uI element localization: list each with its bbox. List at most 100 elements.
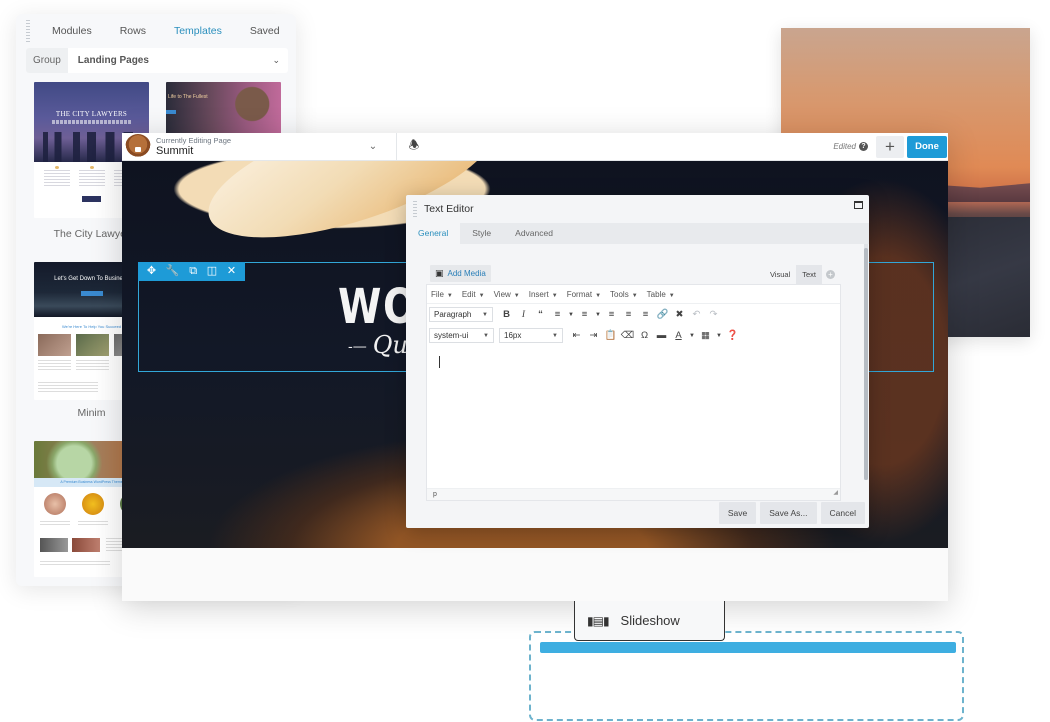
element-path[interactable]: p bbox=[433, 491, 437, 498]
blockquote-icon[interactable]: “ bbox=[532, 309, 549, 320]
page-name: Summit bbox=[156, 144, 194, 157]
group-value: Landing Pages bbox=[77, 55, 149, 66]
template-text-lines bbox=[78, 521, 108, 527]
indent-icon[interactable]: ⇥ bbox=[585, 330, 602, 341]
chevron-down-icon: ⌄ bbox=[272, 55, 280, 65]
maximize-icon[interactable] bbox=[854, 201, 863, 209]
beaver-logo-icon[interactable] bbox=[125, 133, 151, 160]
menu-edit[interactable]: Edit ▼ bbox=[462, 290, 485, 299]
template-text-lines bbox=[38, 382, 98, 392]
dragged-module-slideshow[interactable]: ▮▤▮ Slideshow bbox=[574, 601, 725, 641]
numbered-list-icon[interactable]: ≡ bbox=[576, 309, 593, 320]
font-size-select[interactable]: 16px ▼ bbox=[499, 328, 563, 343]
menu-format[interactable]: Format ▼ bbox=[567, 290, 601, 299]
add-icon[interactable]: + bbox=[826, 270, 835, 279]
help-icon[interactable]: ❓ bbox=[724, 330, 741, 341]
tab-saved[interactable]: Saved bbox=[236, 25, 294, 37]
rich-text-editor: File ▼ Edit ▼ View ▼ Insert ▼ Format ▼ Tools ▼… bbox=[426, 284, 841, 501]
page-selector[interactable]: Currently Editing Page Summit bbox=[156, 136, 346, 158]
duplicate-icon[interactable]: ⧉ bbox=[189, 266, 197, 277]
template-photo bbox=[38, 334, 71, 356]
help-icon[interactable]: ? bbox=[859, 142, 868, 151]
table-icon[interactable]: ▦ bbox=[697, 330, 714, 341]
block-format-select[interactable]: Paragraph ▼ bbox=[429, 307, 493, 322]
panel-drag-handle[interactable] bbox=[26, 20, 30, 42]
menu-tools[interactable]: Tools ▼ bbox=[610, 290, 638, 299]
group-label: Group bbox=[26, 48, 68, 73]
save-button[interactable]: Save bbox=[718, 502, 757, 524]
redo-icon[interactable]: ↷ bbox=[705, 309, 722, 320]
text-cursor bbox=[439, 356, 440, 368]
editor-menubar: File ▼ Edit ▼ View ▼ Insert ▼ Format ▼ Tools ▼… bbox=[427, 285, 840, 304]
template-circle-photo bbox=[82, 493, 104, 515]
chevron-down-icon[interactable]: ▼ bbox=[714, 333, 724, 339]
bell-icon[interactable]: 🕭 bbox=[397, 136, 431, 157]
align-left-icon[interactable]: ≡ bbox=[603, 309, 620, 320]
close-icon[interactable]: ✕ bbox=[227, 266, 236, 277]
special-char-icon[interactable]: Ω bbox=[636, 330, 653, 341]
group-select[interactable]: Group Landing Pages ⌄ bbox=[26, 48, 288, 73]
columns-icon[interactable]: ◫ bbox=[207, 266, 217, 277]
resize-handle-icon[interactable]: ◢ bbox=[833, 488, 838, 499]
add-media-label: Add Media bbox=[447, 269, 486, 278]
bold-icon[interactable]: B bbox=[498, 309, 515, 320]
menu-insert[interactable]: Insert ▼ bbox=[529, 290, 558, 299]
dialog-title: Text Editor bbox=[424, 203, 474, 215]
tab-visual[interactable]: Visual bbox=[763, 265, 797, 284]
paste-text-icon[interactable]: 📋 bbox=[602, 330, 619, 341]
template-circle-photo bbox=[44, 493, 66, 515]
text-color-icon[interactable]: A bbox=[670, 330, 687, 341]
tab-general[interactable]: General bbox=[406, 223, 461, 244]
menu-view[interactable]: View ▼ bbox=[494, 290, 520, 299]
builder-topbar: Currently Editing Page Summit ⌄ 🕭 Edited… bbox=[122, 132, 948, 161]
template-text-lines bbox=[40, 521, 70, 527]
wrench-icon[interactable]: 🔧 bbox=[166, 266, 180, 277]
status-text: Edited bbox=[833, 142, 856, 151]
template-photo bbox=[72, 538, 100, 552]
add-media-button[interactable]: ▣ Add Media bbox=[430, 265, 491, 282]
chevron-down-icon[interactable]: ⌄ bbox=[358, 141, 388, 152]
outdent-icon[interactable]: ⇤ bbox=[568, 330, 585, 341]
move-icon[interactable]: ✥ bbox=[147, 266, 156, 277]
menu-file[interactable]: File ▼ bbox=[431, 290, 453, 299]
chevron-down-icon[interactable]: ▼ bbox=[566, 312, 576, 318]
align-right-icon[interactable]: ≡ bbox=[637, 309, 654, 320]
horizontal-rule-icon[interactable]: ▬ bbox=[653, 330, 670, 341]
template-thumb-life-fullest[interactable]: Life to The Fullest bbox=[166, 82, 281, 137]
tab-templates[interactable]: Templates bbox=[160, 25, 236, 37]
editor-statusbar: p ◢ bbox=[427, 488, 840, 500]
page-canvas-lower-section bbox=[122, 548, 948, 601]
italic-icon[interactable]: I bbox=[515, 310, 532, 320]
clear-format-icon[interactable]: ⌫ bbox=[619, 330, 636, 341]
done-button[interactable]: Done bbox=[907, 135, 947, 158]
bullet-list-icon[interactable]: ≡ bbox=[549, 309, 566, 320]
editor-content-area[interactable] bbox=[427, 347, 840, 487]
library-tabs: Modules Rows Templates Saved bbox=[16, 14, 296, 48]
dialog-scrollbar[interactable] bbox=[864, 244, 868, 480]
dialog-drag-handle[interactable] bbox=[413, 201, 417, 219]
menu-table[interactable]: Table ▼ bbox=[647, 290, 675, 299]
template-photo bbox=[40, 538, 68, 552]
cancel-button[interactable]: Cancel bbox=[820, 502, 865, 524]
tab-advanced[interactable]: Advanced bbox=[503, 223, 565, 244]
tab-rows[interactable]: Rows bbox=[106, 25, 160, 37]
drop-zone[interactable] bbox=[529, 631, 964, 721]
chevron-down-icon[interactable]: ▼ bbox=[593, 312, 603, 318]
link-icon[interactable]: 🔗 bbox=[654, 309, 671, 320]
tab-style[interactable]: Style bbox=[460, 223, 503, 244]
dialog-actions: Save Save As... Cancel bbox=[718, 502, 865, 524]
tab-modules[interactable]: Modules bbox=[38, 25, 106, 37]
formatting-toolbar-2: system-ui ▼ 16px ▼ ⇤ ⇥ 📋 ⌫ Ω ▬ A ▼ ▦ ▼ ❓ bbox=[427, 325, 840, 346]
add-content-button[interactable]: + bbox=[876, 135, 904, 158]
font-family-select[interactable]: system-ui ▼ bbox=[429, 328, 494, 343]
scrollbar-thumb[interactable] bbox=[864, 248, 868, 480]
save-as-button[interactable]: Save As... bbox=[760, 502, 817, 524]
slideshow-icon: ▮▤▮ bbox=[587, 613, 610, 628]
undo-icon[interactable]: ↶ bbox=[688, 309, 705, 320]
template-button bbox=[166, 110, 176, 114]
tab-text[interactable]: Text bbox=[796, 265, 822, 284]
page-caption: Currently Editing Page bbox=[156, 135, 232, 145]
align-center-icon[interactable]: ≡ bbox=[620, 309, 637, 320]
unlink-icon[interactable]: ✖ bbox=[671, 309, 688, 320]
chevron-down-icon[interactable]: ▼ bbox=[687, 333, 697, 339]
